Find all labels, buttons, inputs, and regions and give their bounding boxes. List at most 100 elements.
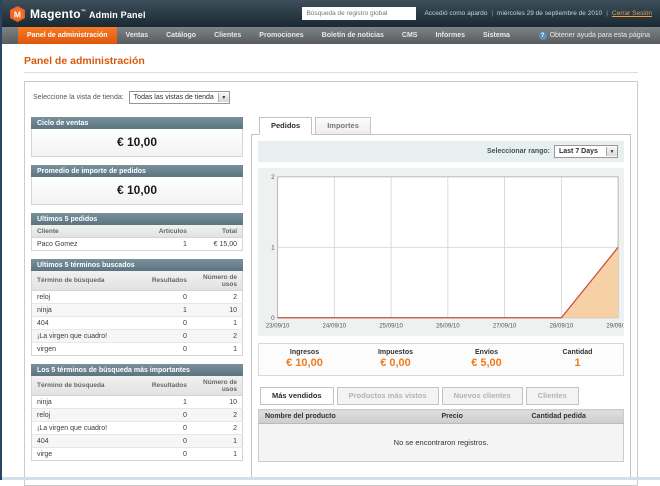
table-row[interactable]: 40401 — [32, 435, 243, 448]
table-cell: ninja — [32, 304, 142, 317]
table-cell: ¡La virgen que cuadro! — [32, 330, 142, 343]
svg-text:23/09/10: 23/09/10 — [266, 324, 290, 330]
totals-bar: Ingresos€ 10,00Impuestos€ 0,00Envíos€ 5,… — [258, 343, 624, 376]
chevron-down-icon: ▼ — [606, 147, 617, 156]
svg-text:2: 2 — [271, 174, 275, 181]
card-top-search-terms: Los 5 términos de búsqueda más important… — [31, 364, 243, 461]
stat-label: Ingresos — [259, 349, 350, 356]
table-cell: 1 — [141, 304, 192, 317]
magento-logo-icon: M — [10, 6, 25, 22]
table-cell: virgen — [32, 343, 142, 356]
tab-pedidos[interactable]: Pedidos — [259, 117, 312, 135]
card-title: Los 5 términos de búsqueda más important… — [31, 364, 243, 376]
nav-item-promociones[interactable]: Promociones — [250, 27, 312, 44]
logout-link[interactable]: Cerrar Sesión — [612, 10, 652, 17]
column-header-numero-de-usos: Número de usos — [192, 271, 243, 291]
right-column: PedidosImportes Seleccionar rango: Last … — [251, 117, 631, 479]
chart-tabs: PedidosImportes — [251, 117, 631, 134]
table-cell: Paco Gomez — [32, 238, 142, 251]
nav-item-boletin-de-noticias[interactable]: Boletín de noticias — [313, 27, 393, 44]
table-row[interactable]: reloj02 — [32, 409, 243, 422]
last-search-terms-table: Término de búsquedaResultadosNúmero de u… — [31, 271, 243, 356]
stat-ingresos: Ingresos€ 10,00 — [259, 349, 350, 369]
table-cell: 1 — [192, 448, 243, 461]
page-title: Panel de administración — [24, 55, 638, 73]
table-cell: reloj — [32, 409, 142, 422]
card-value: € 10,00 — [31, 129, 243, 157]
table-row[interactable]: reloj02 — [32, 291, 243, 304]
store-view-label: Seleccione la vista de tienda: — [33, 94, 124, 101]
table-cell: € 15,00 — [192, 238, 243, 251]
stat-value: € 10,00 — [259, 357, 350, 369]
table-cell: 1 — [192, 343, 243, 356]
nav-item-clientes[interactable]: Clientes — [205, 27, 250, 44]
nav-item-catalogo[interactable]: Catálogo — [157, 27, 205, 44]
table-header-row: Término de búsquedaResultadosNúmero de u… — [32, 271, 243, 291]
tab-importes[interactable]: Importes — [315, 117, 371, 135]
column-header-precio: Precio — [436, 410, 526, 424]
table-cell: 1 — [141, 238, 192, 251]
svg-text:27/09/10: 27/09/10 — [493, 324, 517, 330]
column-header-cantidad-pedida: Cantidad pedida — [526, 410, 624, 424]
svg-text:0: 0 — [271, 315, 275, 322]
table-cell: 2 — [192, 330, 243, 343]
page-content: Panel de administración Seleccione la vi… — [2, 55, 660, 486]
svg-text:26/09/10: 26/09/10 — [436, 324, 460, 330]
card-last-orders: Ultimos 5 pedidos ClienteArtículosTotalP… — [31, 213, 243, 251]
table-cell: ¡La virgen que cuadro! — [32, 422, 142, 435]
nav-item-informes[interactable]: Informes — [426, 27, 474, 44]
table-row[interactable]: 40401 — [32, 317, 243, 330]
nav-item-sistema[interactable]: Sistema — [474, 27, 519, 44]
store-view-value: Todas las vistas de tienda — [134, 94, 214, 101]
report-tabs: Más vendidosProductos más vistosNuevos c… — [258, 387, 624, 405]
table-cell: virge — [32, 448, 142, 461]
app-subtitle: Admin Panel — [89, 10, 146, 20]
table-row[interactable]: Paco Gomez1€ 15,00 — [32, 238, 243, 251]
stat-value: € 5,00 — [441, 357, 532, 369]
table-row[interactable]: virgen01 — [32, 343, 243, 356]
card-last-search-terms: Ultimos 5 términos buscados Término de b… — [31, 259, 243, 356]
help-link[interactable]: ? Obtener ayuda para esta página — [539, 27, 650, 44]
nav-item-cms[interactable]: CMS — [393, 27, 427, 44]
nav-item-ventas[interactable]: Ventas — [117, 27, 158, 44]
svg-text:M: M — [14, 9, 21, 19]
table-cell: 10 — [192, 304, 243, 317]
table-row[interactable]: ¡La virgen que cuadro!02 — [32, 330, 243, 343]
column-header-resultados: Resultados — [141, 271, 192, 291]
nav-item-panel-de-administracion[interactable]: Panel de administración — [18, 27, 117, 44]
products-grid: Nombre del productoPrecioCantidad pedida… — [258, 409, 624, 462]
table-header-row: ClienteArtículosTotal — [32, 225, 243, 238]
table-cell: ninja — [32, 396, 142, 409]
left-column: Ciclo de ventas € 10,00 Promedio de impo… — [31, 117, 243, 479]
range-label: Seleccionar rango: — [487, 148, 550, 155]
table-cell: 2 — [192, 291, 243, 304]
main-nav: Panel de administraciónVentasCatálogoCli… — [2, 27, 660, 44]
card-title: Ciclo de ventas — [31, 117, 243, 129]
table-row[interactable]: ninja110 — [32, 396, 243, 409]
user-area: Accedió como apardo | miércoles 29 de se… — [424, 10, 652, 17]
range-select[interactable]: Last 7 Days ▼ — [554, 145, 618, 158]
app-title: Magento™Admin Panel — [30, 7, 146, 21]
card-average-orders: Promedio de importe de pedidos € 10,00 — [31, 165, 243, 205]
table-cell: 0 — [141, 422, 192, 435]
column-header-nombre-del-producto: Nombre del producto — [259, 410, 436, 424]
table-cell: 0 — [141, 317, 192, 330]
table-cell: 0 — [141, 291, 192, 304]
table-cell: 0 — [141, 409, 192, 422]
user-greeting: Accedió como apardo — [424, 10, 487, 17]
date-text: miércoles 29 de septiembre de 2010 — [497, 10, 602, 17]
svg-text:28/09/10: 28/09/10 — [550, 324, 574, 330]
tab-mas-vendidos[interactable]: Más vendidos — [260, 387, 334, 405]
table-cell: 0 — [141, 343, 192, 356]
table-cell: 1 — [192, 435, 243, 448]
store-view-select[interactable]: Todas las vistas de tienda ▼ — [129, 91, 230, 104]
tab-nuevos-clientes: Nuevos clientes — [442, 387, 523, 405]
card-title: Ultimos 5 términos buscados — [31, 259, 243, 271]
global-search-input[interactable] — [302, 7, 416, 20]
stat-value: € 0,00 — [350, 357, 441, 369]
help-label: Obtener ayuda para esta página — [550, 32, 650, 39]
table-row[interactable]: virge01 — [32, 448, 243, 461]
table-row[interactable]: ¡La virgen que cuadro!02 — [32, 422, 243, 435]
table-row[interactable]: ninja110 — [32, 304, 243, 317]
stat-cantidad: Cantidad1 — [532, 349, 623, 369]
